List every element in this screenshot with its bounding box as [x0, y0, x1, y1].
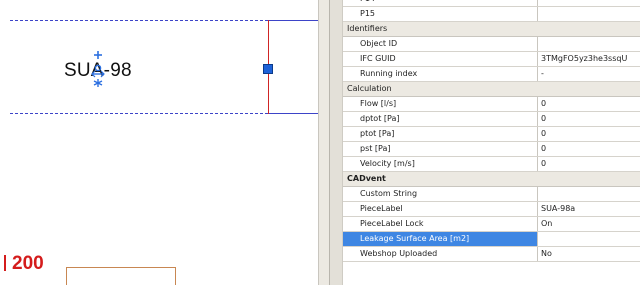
property-name: P14 [343, 0, 538, 6]
property-value[interactable] [538, 232, 640, 246]
category-identifiers[interactable]: Identifiers [343, 22, 640, 37]
property-row-object-id[interactable]: Object ID [343, 37, 640, 52]
property-value[interactable]: 0 [538, 127, 640, 141]
property-row-p15[interactable]: P15 [343, 7, 640, 22]
property-row-pst[interactable]: pst [Pa] 0 [343, 142, 640, 157]
duct-edge-bottom-line [10, 113, 268, 114]
property-name: PieceLabel [343, 202, 538, 216]
property-row-ptot[interactable]: ptot [Pa] 0 [343, 127, 640, 142]
selection-grip-handle[interactable] [263, 64, 273, 74]
property-name: PieceLabel Lock [343, 217, 538, 231]
category-label: Calculation [347, 84, 392, 93]
property-name: Custom String [343, 187, 538, 201]
property-name: dptot [Pa] [343, 112, 538, 126]
property-name: pst [Pa] [343, 142, 538, 156]
property-row-dptot[interactable]: dptot [Pa] 0 [343, 112, 640, 127]
duct-edge-top-line [10, 20, 268, 21]
property-value[interactable]: 0 [538, 112, 640, 126]
property-value[interactable]: On [538, 217, 640, 231]
property-name: Object ID [343, 37, 538, 51]
property-name: IFC GUID [343, 52, 538, 66]
property-name: P15 [343, 7, 538, 21]
insertion-point-icon[interactable] [88, 49, 108, 93]
cad-canvas[interactable]: SUA-98 200 [0, 0, 318, 285]
category-cadvent[interactable]: CADvent [343, 172, 640, 187]
cad-outline-box [66, 267, 176, 285]
property-row-piecelabel-lock[interactable]: PieceLabel Lock On [343, 217, 640, 232]
property-name: ptot [Pa] [343, 127, 538, 141]
property-name: Flow [l/s] [343, 97, 538, 111]
property-name: Velocity [m/s] [343, 157, 538, 171]
property-value[interactable] [538, 0, 640, 6]
property-value[interactable] [538, 37, 640, 51]
property-value[interactable]: No [538, 247, 640, 261]
property-value[interactable]: 0 [538, 97, 640, 111]
property-row-ifc-guid[interactable]: IFC GUID 3TMgFO5yz3he3ssqU [343, 52, 640, 67]
panel-splitter[interactable] [318, 0, 330, 285]
property-row-webshop-uploaded[interactable]: Webshop Uploaded No [343, 247, 640, 262]
category-label: Identifiers [347, 24, 388, 33]
properties-panel: P14P15 Identifiers Object IDIFC GUID3TMgFO… [330, 0, 640, 285]
property-value[interactable]: SUA-98a [538, 202, 640, 216]
category-label: CADvent [347, 174, 386, 183]
property-value[interactable]: 0 [538, 157, 640, 171]
dimension-text[interactable]: 200 [12, 253, 44, 275]
property-value[interactable]: - [538, 67, 640, 81]
property-row-custom-string[interactable]: Custom String [343, 187, 640, 202]
property-row-flow[interactable]: Flow [l/s] 0 [343, 97, 640, 112]
property-row-velocity[interactable]: Velocity [m/s] 0 [343, 157, 640, 172]
property-row-p14[interactable]: P14 [343, 0, 640, 7]
duct-edge-top-solid [268, 20, 318, 21]
property-name: Leakage Surface Area [m2] [343, 232, 538, 246]
property-grid-gutter [330, 0, 343, 285]
property-name: Webshop Uploaded [343, 247, 538, 261]
property-value[interactable]: 0 [538, 142, 640, 156]
property-name: Running index [343, 67, 538, 81]
dimension-marker [4, 255, 6, 271]
property-value[interactable]: 3TMgFO5yz3he3ssqU [538, 52, 640, 66]
property-list: P14P15 Identifiers Object IDIFC GUID3TMgFO… [343, 0, 640, 262]
property-row-running-index[interactable]: Running index - [343, 67, 640, 82]
property-row-leakage-surface-area[interactable]: Leakage Surface Area [m2] [343, 232, 640, 247]
property-value[interactable] [538, 187, 640, 201]
property-row-piecelabel[interactable]: PieceLabel SUA-98a [343, 202, 640, 217]
duct-edge-bottom-solid [268, 113, 318, 114]
property-value[interactable] [538, 7, 640, 21]
category-calculation[interactable]: Calculation [343, 82, 640, 97]
